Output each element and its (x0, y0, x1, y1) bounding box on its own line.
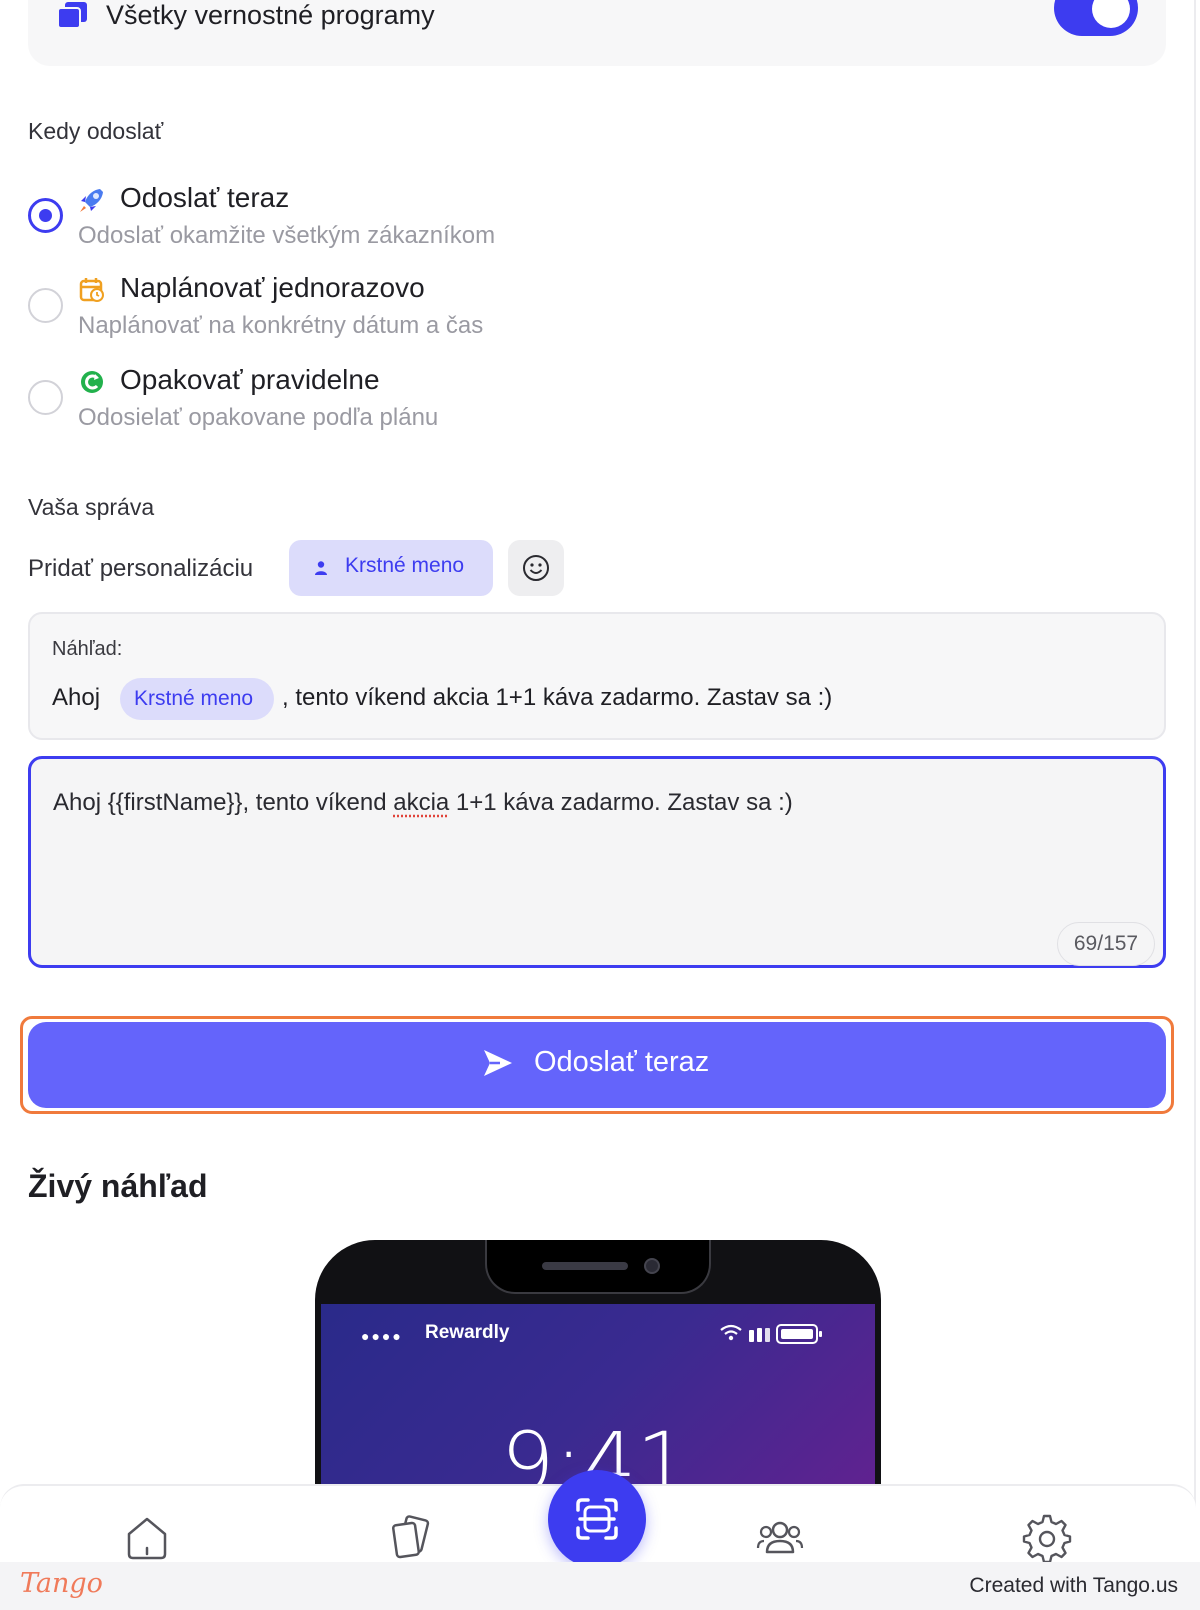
phone-speaker (542, 1262, 628, 1270)
message-input-text: Ahoj {{firstName}}, tento víkend akcia 1… (53, 789, 793, 817)
character-counter: 69/157 (1057, 922, 1155, 966)
live-preview-title: Živý náhľad (28, 1168, 208, 1204)
misspelled-word: akcia (393, 789, 450, 816)
toggle-knob (1092, 0, 1130, 28)
carrier-name: Rewardly (425, 1322, 510, 1343)
send-now-button[interactable]: Odoslať teraz (28, 1022, 1166, 1108)
message-text-part: 1+1 káva zadarmo. Zastav sa :) (449, 789, 793, 816)
radio-send-now[interactable]: Odoslať teraz Odoslať okamžite všetkým z… (28, 180, 628, 260)
scan-icon (576, 1498, 618, 1540)
signal-dots: ●●●● (361, 1328, 403, 1344)
tango-footer: Tango Created with Tango.us (0, 1562, 1200, 1610)
message-textarea[interactable]: Ahoj {{firstName}}, tento víkend akcia 1… (28, 756, 1166, 968)
option-description: Odoslať okamžite všetkým zákazníkom (78, 222, 496, 249)
send-button-label: Odoslať teraz (534, 1046, 710, 1078)
home-icon[interactable] (117, 1508, 177, 1568)
message-preview: Náhľad: Ahoj Krstné meno , tento víkend … (28, 612, 1166, 740)
radio-button-checked[interactable] (28, 198, 63, 233)
settings-icon[interactable] (1017, 1508, 1077, 1568)
calendar-icon (79, 278, 104, 302)
program-toggle[interactable] (1054, 0, 1138, 36)
option-title: Opakovať pravidelne (120, 364, 380, 395)
cards-icon[interactable] (383, 1508, 443, 1568)
person-icon (315, 561, 327, 575)
preview-first-name-chip: Krstné meno (120, 678, 274, 720)
option-description: Naplánovať na konkrétny dátum a čas (78, 312, 484, 339)
customers-icon[interactable] (750, 1508, 810, 1568)
schedule-section-label: Kedy odoslať (28, 118, 164, 144)
smiley-icon (523, 555, 549, 581)
first-name-chip-label: Krstné meno (345, 554, 465, 577)
preview-label: Náhľad: (52, 638, 123, 660)
personalization-label: Pridať personalizáciu (28, 555, 254, 582)
option-description: Odosielať opakovane podľa plánu (78, 404, 439, 431)
status-bar-icons (720, 1324, 822, 1344)
repeat-icon (81, 371, 103, 393)
add-first-name-button[interactable]: Krstné meno (289, 540, 493, 596)
preview-message-text: , tento víkend akcia 1+1 káva zadarmo. Z… (282, 684, 833, 711)
radio-repeat[interactable]: Opakovať pravidelne Odosielať opakovane … (28, 364, 628, 444)
tango-credit: Created with Tango.us (969, 1574, 1178, 1597)
send-icon (484, 1050, 512, 1076)
radio-button[interactable] (28, 380, 63, 415)
option-title: Naplánovať jednorazovo (120, 272, 425, 303)
scan-button[interactable] (548, 1470, 646, 1568)
preview-greeting: Ahoj (52, 684, 101, 711)
radio-schedule-once[interactable]: Naplánovať jednorazovo Naplánovať na kon… (28, 272, 628, 352)
program-label: Všetky vernostné programy (106, 0, 435, 30)
message-text-part: Ahoj {{firstName}}, tento víkend (53, 789, 394, 816)
message-section-label: Vaša správa (28, 494, 155, 520)
phone-notch (485, 1240, 711, 1294)
loyalty-cards-icon (58, 2, 87, 29)
radio-button[interactable] (28, 288, 63, 323)
app-frame: Všetky vernostné programy Kedy odoslať O… (0, 0, 1200, 1610)
preview-chip-label: Krstné meno (134, 687, 254, 710)
option-title: Odoslať teraz (120, 182, 290, 213)
tango-logo: Tango (20, 1568, 103, 1599)
rocket-icon (80, 189, 103, 212)
emoji-button[interactable] (508, 540, 564, 596)
phone-camera (644, 1258, 660, 1274)
